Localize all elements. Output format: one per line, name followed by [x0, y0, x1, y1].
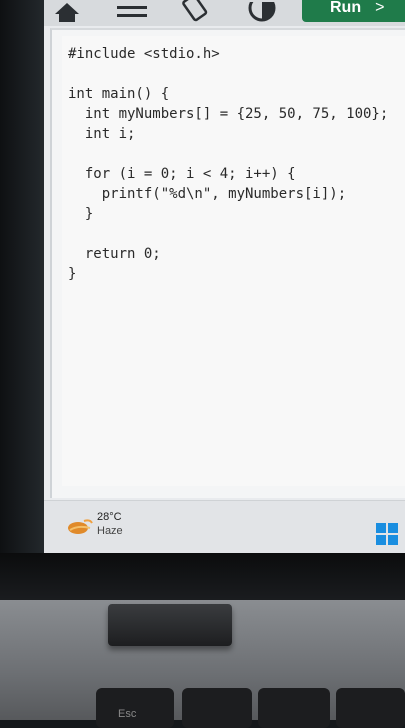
windows-taskbar: 28°C Haze	[44, 500, 405, 554]
code-block: #include <stdio.h> int main() { int myNum…	[68, 44, 388, 284]
esc-key[interactable]: Esc	[96, 688, 174, 728]
code-line: #include <stdio.h>	[68, 46, 220, 62]
contrast-icon[interactable]	[248, 0, 276, 22]
code-line: }	[68, 206, 94, 222]
run-button[interactable]: Run >	[302, 0, 405, 22]
code-line: printf("%d\n", myNumbers[i]);	[68, 186, 347, 202]
code-line: return 0;	[68, 246, 161, 262]
code-line: int myNumbers[] = {25, 50, 75, 100};	[68, 106, 389, 122]
weather-haze-icon[interactable]	[66, 517, 94, 535]
rotate-icon[interactable]	[182, 0, 212, 22]
code-line: int main() {	[68, 86, 170, 102]
menu-icon[interactable]	[116, 0, 148, 22]
code-line: int i;	[68, 126, 136, 142]
esc-key-label: Esc	[118, 708, 137, 720]
weather-temperature[interactable]: 28°C	[97, 511, 122, 523]
windows-start-icon[interactable]	[376, 523, 398, 545]
laptop-hinge	[108, 604, 232, 646]
keyboard-key[interactable]	[336, 688, 405, 728]
keyboard-key[interactable]	[182, 688, 252, 728]
code-editor[interactable]: #include <stdio.h> int main() { int myNum…	[62, 36, 405, 486]
chevron-right-icon: >	[375, 0, 385, 16]
editor-panel: #include <stdio.h> int main() { int myNum…	[50, 28, 405, 498]
screen-bezel-bottom	[0, 553, 405, 603]
code-line: for (i = 0; i < 4; i++) {	[68, 166, 296, 182]
editor-toolbar: Run >	[44, 0, 405, 26]
weather-condition[interactable]: Haze	[97, 525, 123, 537]
home-icon[interactable]	[54, 0, 80, 22]
keyboard-key[interactable]	[258, 688, 330, 728]
code-line: }	[68, 266, 77, 282]
screen-bezel-left	[0, 0, 44, 560]
run-button-label: Run	[330, 0, 362, 16]
laptop-screen: Run > #include <stdio.h> int main() { int…	[44, 0, 405, 554]
